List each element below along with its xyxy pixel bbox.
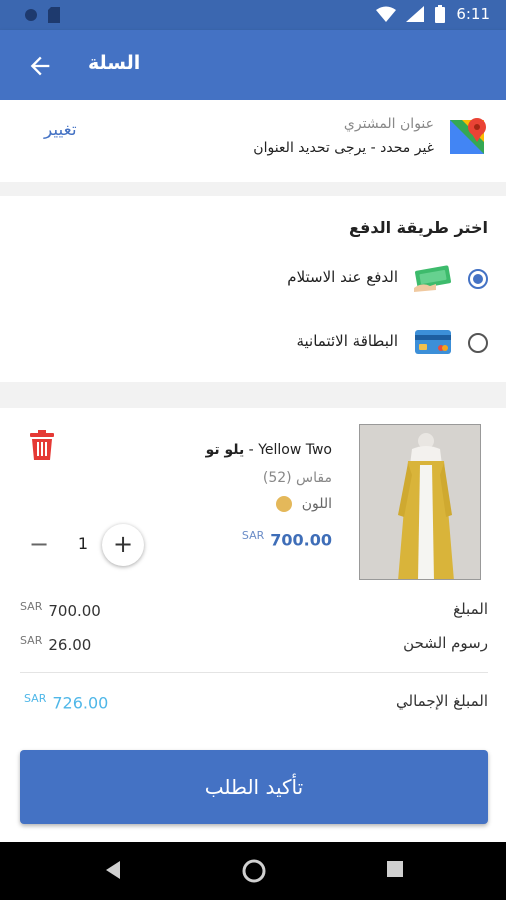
sim-card-icon [48, 7, 60, 23]
total-currency: SAR [24, 692, 47, 705]
product-color-label: اللون [301, 496, 332, 512]
quantity-value: 1 [77, 534, 89, 553]
credit-card-icon [415, 330, 451, 354]
notification-dot-icon [25, 9, 37, 21]
address-card: عنوان المشتري غير محدد - يرجى تحديد العن… [0, 100, 506, 182]
increase-quantity-button[interactable]: + [102, 524, 144, 566]
payment-option-cash[interactable]: الدفع عند الاستلام [287, 268, 398, 286]
shipping-number: 26.00 [48, 636, 92, 654]
radio-cash-on-delivery[interactable] [468, 269, 488, 289]
product-color: اللون [275, 496, 332, 512]
page-title: السلة [88, 52, 141, 74]
product-image[interactable] [359, 424, 481, 580]
total-value: SAR 726.00 [24, 692, 108, 712]
product-price-currency: SAR [241, 529, 265, 542]
nav-back-icon[interactable] [104, 860, 122, 880]
payment-method-card: اختر طريقة الدفع الدفع عند الاستلام البط… [0, 196, 506, 382]
product-price: SAR 700.00 [242, 529, 332, 549]
amount-value: SAR 700.00 [20, 600, 101, 620]
nav-recents-icon[interactable] [386, 860, 404, 878]
confirm-order-button[interactable]: تأكيد الطلب [20, 750, 488, 824]
battery-icon [435, 5, 446, 23]
product-name-ar: يلو تو [205, 442, 245, 458]
decrease-quantity-button[interactable]: − [18, 524, 60, 566]
amount-currency: SAR [20, 600, 43, 613]
amount-number: 700.00 [48, 602, 101, 620]
product-name-en: Yellow Two - [244, 442, 332, 458]
app-bar: السلة [0, 30, 506, 100]
signal-icon [406, 6, 425, 22]
system-nav-bar [0, 842, 506, 900]
status-time: 6:11 [456, 5, 490, 23]
status-bar: 6:11 [0, 0, 506, 30]
change-address-button[interactable]: تغيير [44, 120, 77, 140]
product-size: مقاس (52) [262, 470, 332, 486]
payment-title: اختر طريقة الدفع [348, 218, 488, 237]
address-value: غير محدد - يرجى تحديد العنوان [253, 140, 434, 156]
cart-item: Yellow Two - يلو تو مقاس (52) اللون SAR 7… [0, 408, 506, 580]
cash-icon [414, 265, 451, 292]
payment-option-credit-card[interactable]: البطاقة الائتمانية [296, 332, 398, 350]
address-label: عنوان المشتري [343, 116, 434, 132]
shipping-value: SAR 26.00 [20, 634, 91, 654]
product-name: Yellow Two - يلو تو [206, 442, 332, 458]
wifi-icon [376, 6, 397, 22]
map-pin-icon [450, 118, 486, 154]
shipping-label: رسوم الشحن [403, 634, 488, 652]
divider [20, 672, 488, 673]
quantity-stepper: − 1 + [18, 524, 146, 566]
amount-label: المبلغ [453, 600, 488, 618]
total-number: 726.00 [52, 693, 109, 713]
order-summary: المبلغ SAR 700.00 رسوم الشحن SAR 26.00 الم… [0, 580, 506, 842]
color-swatch [275, 496, 292, 512]
nav-home-icon[interactable] [242, 859, 266, 883]
back-arrow-icon[interactable] [26, 52, 54, 80]
trash-icon[interactable] [30, 430, 54, 460]
product-price-value: 700.00 [270, 530, 332, 550]
radio-credit-card[interactable] [468, 333, 488, 353]
total-label: المبلغ الإجمالي [396, 692, 488, 710]
shipping-currency: SAR [20, 634, 43, 647]
